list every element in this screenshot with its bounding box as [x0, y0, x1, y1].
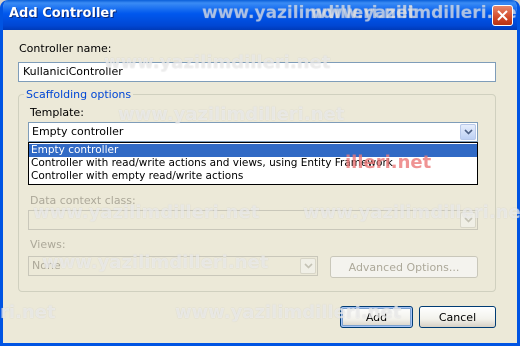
data-context-dropdown-button[interactable] — [460, 212, 476, 228]
chevron-down-icon — [303, 263, 313, 269]
add-button[interactable]: Add — [340, 306, 413, 328]
close-button[interactable] — [492, 5, 513, 26]
cancel-button[interactable]: Cancel — [419, 306, 496, 328]
chevron-down-icon — [463, 217, 473, 223]
data-context-select[interactable] — [28, 210, 478, 230]
controller-name-input[interactable]: KullaniciController — [18, 62, 496, 82]
template-option-ef-views[interactable]: Controller with read/write actions and v… — [29, 157, 477, 170]
template-select-value: Empty controller — [32, 125, 124, 138]
template-options-list: Empty controller Controller with read/wr… — [28, 142, 478, 185]
scaffolding-options-title: Scaffolding options — [24, 88, 134, 101]
views-select[interactable]: None — [28, 256, 318, 276]
data-context-label: Data context class: — [30, 194, 136, 207]
watermark-text: www.yazilimdilleri.net — [311, 3, 520, 23]
close-icon — [497, 10, 508, 21]
template-label: Template: — [30, 106, 84, 119]
template-option-empty[interactable]: Empty controller — [29, 144, 477, 157]
views-label: Views: — [30, 238, 66, 251]
watermark-text: www.yazilimdilleri.net — [202, 3, 416, 23]
template-select[interactable]: Empty controller — [28, 122, 478, 142]
template-dropdown-button[interactable] — [460, 124, 476, 140]
advanced-options-button[interactable]: Advanced Options... — [330, 256, 478, 278]
title-bar[interactable]: Add Controller www.yazilimdilleri.net ww… — [3, 0, 520, 30]
views-select-value: None — [32, 259, 61, 272]
controller-name-label: Controller name: — [19, 42, 112, 55]
views-dropdown-button[interactable] — [300, 258, 316, 274]
window-title: Add Controller — [9, 6, 116, 21]
template-option-empty-readwrite[interactable]: Controller with empty read/write actions — [29, 170, 477, 183]
chevron-down-icon — [463, 129, 473, 135]
